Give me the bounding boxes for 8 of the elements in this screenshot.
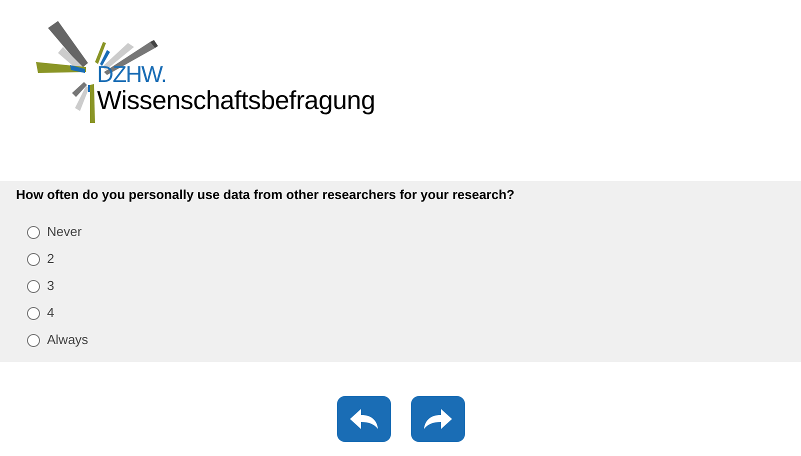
- option-label: 2: [47, 250, 54, 268]
- option-label: 3: [47, 277, 54, 296]
- logo-brand: DZHW.: [97, 62, 168, 86]
- option-label: 4: [47, 304, 54, 322]
- option-label: Always: [47, 331, 88, 350]
- option-label: Never: [47, 223, 82, 242]
- question-text: How often do you personally use data from other researchers for your research?: [16, 187, 516, 203]
- logo-title: Wissenschaftsbefragung: [97, 86, 376, 114]
